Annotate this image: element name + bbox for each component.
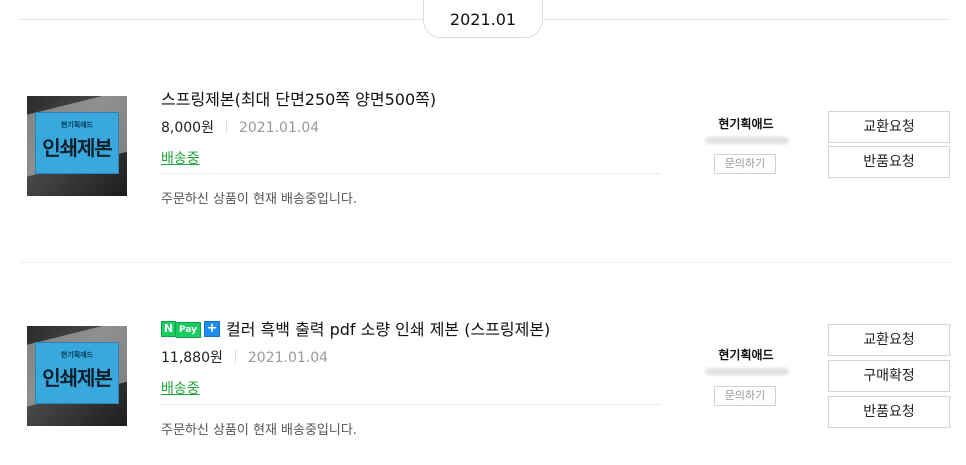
purchase-confirm-button[interactable]: 구매확정 (828, 360, 950, 392)
thumbnail-text: 인쇄제본 (42, 366, 113, 390)
date-divider-left (20, 19, 424, 20)
status-description: 주문하신 상품이 현재 배송중입니다. (161, 192, 357, 207)
description-divider (161, 404, 661, 405)
seller-name[interactable]: 현기획애드 (711, 115, 781, 132)
return-request-button[interactable]: 반품요청 (828, 146, 950, 178)
exchange-request-button[interactable]: 교환요청 (828, 111, 950, 143)
inquiry-button[interactable]: 문의하기 (714, 154, 776, 174)
exchange-request-button[interactable]: 교환요청 (828, 324, 950, 356)
return-request-button[interactable]: 반품요청 (828, 396, 950, 428)
seller-name[interactable]: 현기획애드 (711, 346, 781, 363)
product-title[interactable]: N Pay + 컬러 흑백 출력 pdf 소량 인쇄 제본 (스프링제본) (161, 316, 550, 340)
product-title-text[interactable]: 컬러 흑백 출력 pdf 소량 인쇄 제본 (스프링제본) (226, 320, 550, 339)
thumbnail-text: 인쇄제본 (42, 136, 113, 160)
order-date: 2021.01.04 (247, 350, 329, 366)
product-price: 8,000원 (161, 120, 214, 136)
order-date: 2021.01.04 (238, 120, 320, 136)
npay-badge-icon: N Pay + (161, 320, 221, 338)
description-divider (161, 173, 661, 174)
delivery-status-link[interactable]: 배송중 (161, 148, 200, 168)
month-label: 2021.01 (423, 0, 543, 38)
order-divider (20, 262, 950, 263)
inquiry-button[interactable]: 문의하기 (714, 386, 776, 406)
date-divider-right (543, 19, 950, 20)
order-meta: 11,880원 2021.01.04 (161, 347, 328, 367)
product-thumbnail[interactable]: 현기획애드 인쇄제본 (27, 326, 127, 426)
product-title[interactable]: 스프링제본(최대 단면250쪽 양면500쪽) (161, 86, 436, 110)
product-price: 11,880원 (161, 350, 223, 366)
delivery-status-link[interactable]: 배송중 (161, 378, 200, 398)
product-thumbnail[interactable]: 현기획애드 인쇄제본 (27, 96, 127, 196)
thumbnail-brand: 현기획애드 (60, 351, 94, 359)
seller-contact (705, 137, 789, 144)
order-meta: 8,000원 2021.01.04 (161, 117, 319, 137)
status-description: 주문하신 상품이 현재 배송중입니다. (161, 423, 357, 438)
seller-contact (705, 368, 789, 375)
thumbnail-brand: 현기획애드 (60, 121, 94, 129)
